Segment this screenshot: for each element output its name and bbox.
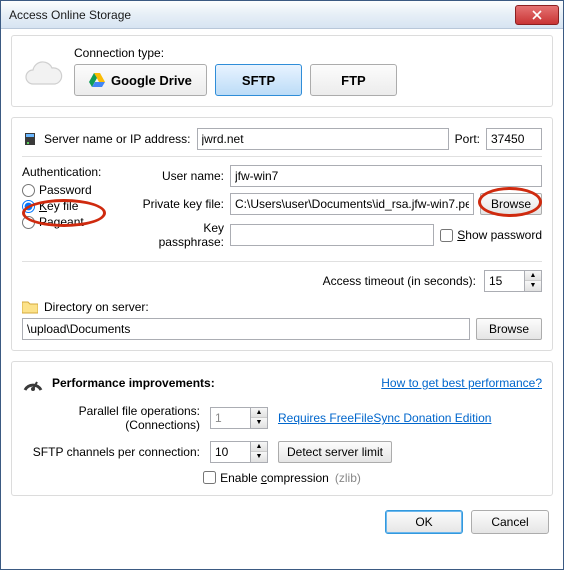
keyfile-input[interactable] — [230, 193, 474, 215]
port-label: Port: — [455, 132, 480, 146]
auth-pageant-radio[interactable]: Pageant — [22, 215, 120, 229]
settings-group: Server name or IP address: Port: Authent… — [11, 117, 553, 351]
username-label: User name: — [136, 169, 224, 183]
auth-password-radio[interactable]: Password — [22, 183, 120, 197]
sftp-button[interactable]: SFTP — [215, 64, 302, 96]
directory-browse-button[interactable]: Browse — [476, 318, 542, 340]
spin-down-icon[interactable]: ▼ — [525, 281, 541, 291]
passphrase-label: Key passphrase: — [136, 221, 224, 249]
spin-up-icon[interactable]: ▲ — [251, 442, 267, 452]
directory-label: Directory on server: — [44, 300, 149, 314]
passphrase-input[interactable] — [230, 224, 434, 246]
ftp-label: FTP — [341, 73, 366, 88]
server-label: Server name or IP address: — [44, 132, 191, 146]
spin-up-icon[interactable]: ▲ — [251, 408, 267, 418]
parallel-input — [210, 407, 250, 429]
channels-input[interactable] — [210, 441, 250, 463]
parallel-spinner[interactable]: ▲▼ — [210, 407, 268, 429]
connection-group: Connection type: Google Drive SFTP FTP — [11, 35, 553, 107]
port-input[interactable] — [486, 128, 542, 150]
folder-icon — [22, 300, 38, 314]
auth-keyfile-text: ey file — [47, 199, 78, 213]
auth-header: Authentication: — [22, 165, 120, 179]
window-title: Access Online Storage — [9, 8, 515, 22]
detect-limit-button[interactable]: Detect server limit — [278, 441, 392, 463]
directory-input[interactable] — [22, 318, 470, 340]
ftp-button[interactable]: FTP — [310, 64, 397, 96]
channels-label: SFTP channels per connection: — [22, 445, 200, 459]
timeout-input[interactable] — [484, 270, 524, 292]
zlib-label: (zlib) — [335, 471, 361, 485]
spin-down-icon[interactable]: ▼ — [251, 452, 267, 462]
parallel-label: Parallel file operations: — [22, 404, 200, 418]
performance-header: Performance improvements: — [52, 376, 215, 390]
close-button[interactable] — [515, 5, 559, 25]
spin-down-icon[interactable]: ▼ — [251, 418, 267, 428]
connection-type-label: Connection type: — [74, 46, 542, 60]
compression-checkbox[interactable]: Enable compression — [203, 471, 329, 485]
username-input[interactable] — [230, 165, 542, 187]
keyfile-label: Private key file: — [136, 197, 224, 211]
google-drive-button[interactable]: Google Drive — [74, 64, 207, 96]
keyfile-browse-button[interactable]: Browse — [480, 193, 542, 215]
performance-group: Performance improvements: How to get bes… — [11, 361, 553, 496]
show-password-checkbox[interactable]: Show password — [440, 228, 542, 242]
server-input[interactable] — [197, 128, 449, 150]
timeout-label: Access timeout (in seconds): — [323, 274, 476, 288]
google-drive-label: Google Drive — [111, 73, 192, 88]
cloud-icon — [22, 60, 64, 92]
cancel-button[interactable]: Cancel — [471, 510, 549, 534]
close-icon — [532, 10, 542, 20]
google-drive-icon — [89, 73, 105, 87]
donation-link[interactable]: Requires FreeFileSync Donation Edition — [278, 411, 491, 425]
performance-help-link[interactable]: How to get best performance? — [381, 376, 542, 390]
timeout-spinner[interactable]: ▲▼ — [484, 270, 542, 292]
sftp-label: SFTP — [242, 73, 275, 88]
channels-spinner[interactable]: ▲▼ — [210, 441, 268, 463]
titlebar: Access Online Storage — [1, 1, 563, 29]
server-icon — [22, 131, 38, 147]
dialog-window: Access Online Storage Connection type: G… — [0, 0, 564, 570]
parallel-sublabel: (Connections) — [22, 418, 200, 432]
spin-up-icon[interactable]: ▲ — [525, 271, 541, 281]
gauge-icon — [22, 372, 44, 394]
auth-keyfile-radio[interactable]: Key file — [22, 199, 120, 213]
ok-button[interactable]: OK — [385, 510, 463, 534]
